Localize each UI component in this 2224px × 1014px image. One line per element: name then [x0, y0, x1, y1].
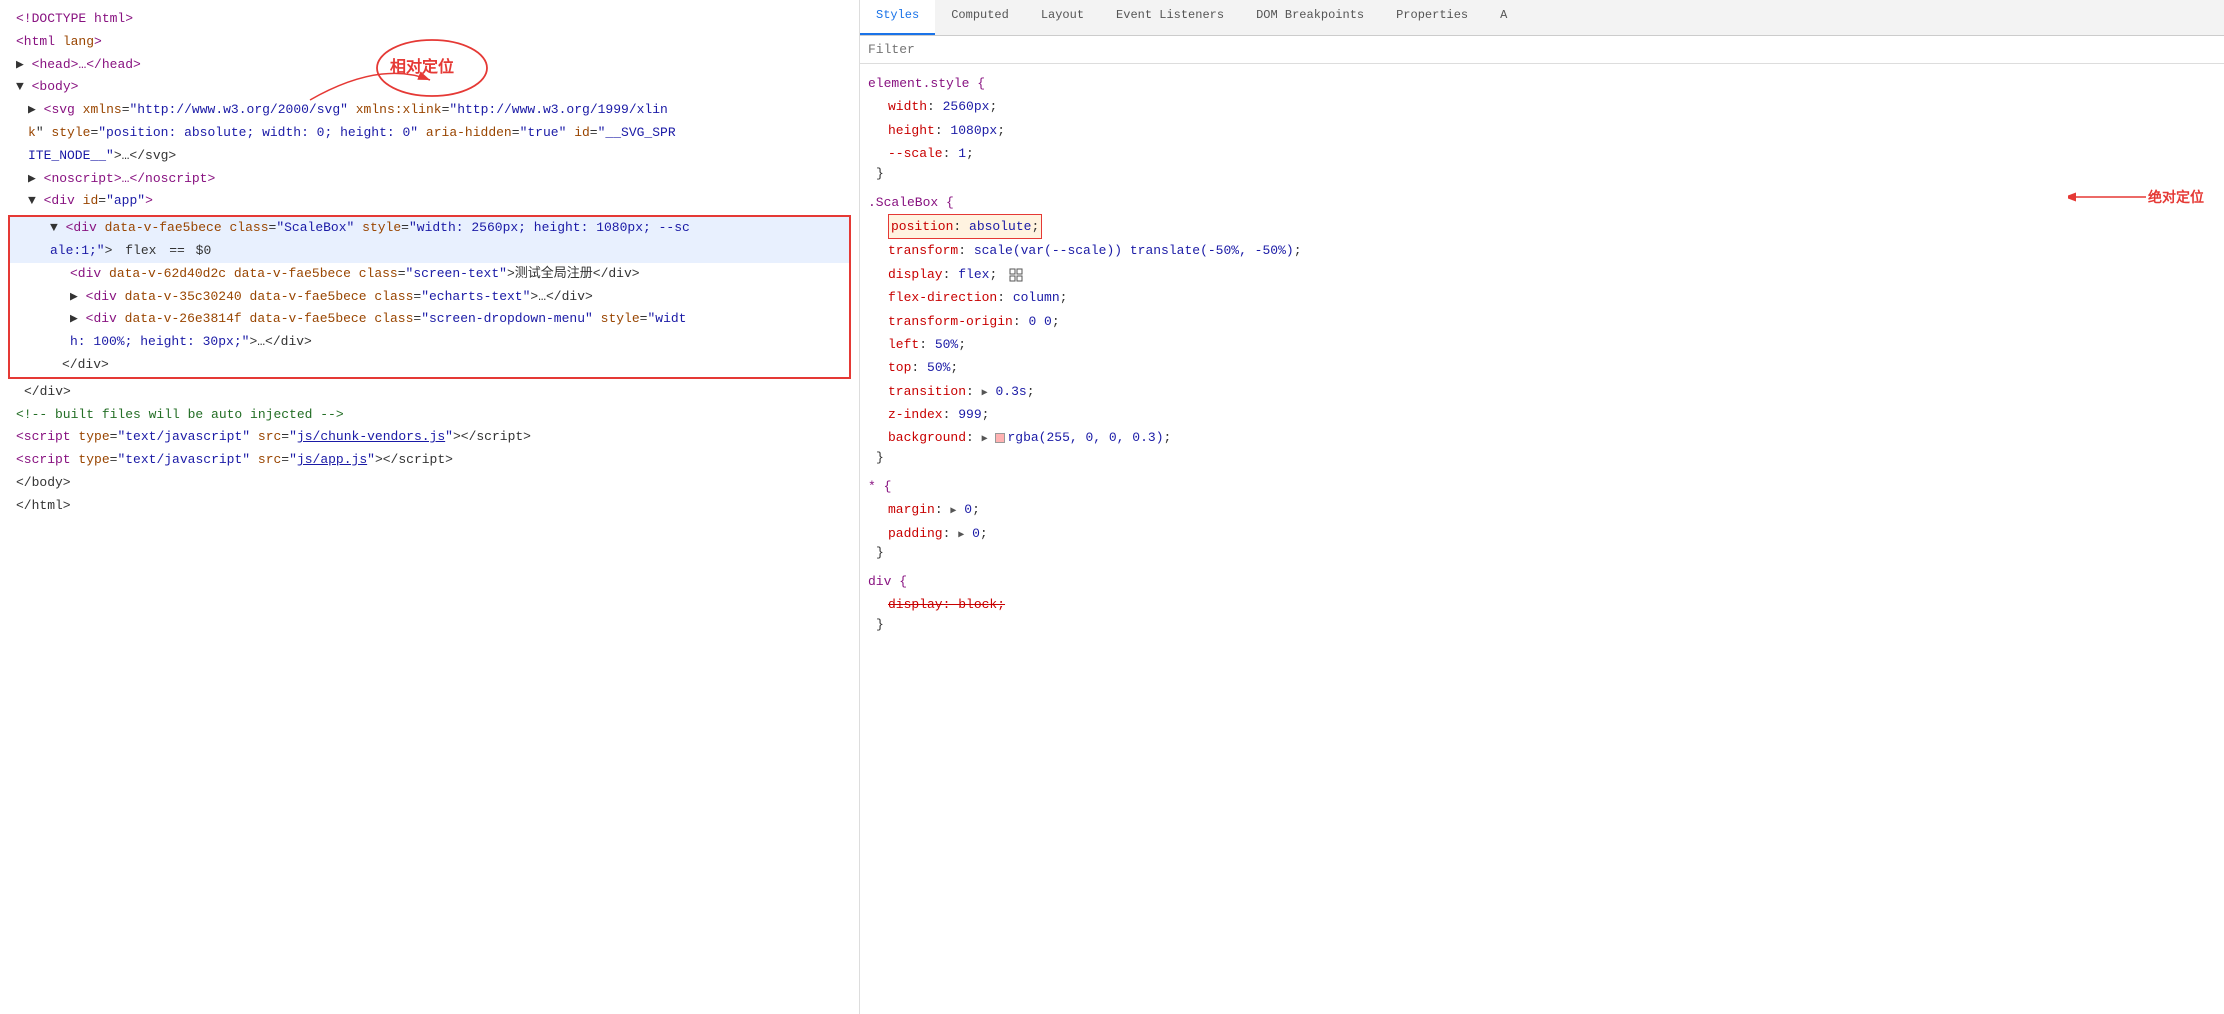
css-close-brace: }: [868, 545, 2216, 560]
css-rules-panel: element.style { width: 2560px; height: 1…: [860, 64, 2224, 1014]
css-close-brace: }: [868, 617, 2216, 632]
flex-grid-icon: [1009, 267, 1023, 281]
css-property: z-index: 999;: [868, 403, 2216, 426]
highlighted-dom-section: ▼ <div data-v-fae5bece class="ScaleBox" …: [8, 215, 851, 379]
dom-line: </body>: [0, 472, 859, 495]
css-property: --scale: 1;: [868, 142, 2216, 165]
devtools-tabs[interactable]: Styles Computed Layout Event Listeners D…: [860, 0, 2224, 36]
color-swatch[interactable]: [995, 433, 1005, 443]
dom-line: ▶ <div data-v-26e3814f data-v-fae5bece c…: [10, 308, 849, 331]
dom-line: k" style="position: absolute; width: 0; …: [0, 122, 859, 145]
dom-line: ▶ <svg xmlns="http://www.w3.org/2000/svg…: [0, 99, 859, 122]
dom-line: ▶ <noscript>…</noscript>: [0, 168, 859, 191]
dom-line: </div>: [10, 354, 849, 377]
css-selector: * {: [868, 475, 2216, 498]
css-property: background: ▶ rgba(255, 0, 0, 0.3);: [868, 426, 2216, 449]
css-property: margin: ▶ 0;: [868, 498, 2216, 521]
css-close-brace: }: [868, 450, 2216, 465]
filter-input[interactable]: [868, 42, 2216, 57]
css-rule-star: * { margin: ▶ 0; padding: ▶ 0; }: [860, 475, 2224, 560]
css-property: width: 2560px;: [868, 95, 2216, 118]
css-property: top: 50%;: [868, 356, 2216, 379]
css-selector: .ScaleBox {: [868, 191, 2216, 214]
tab-dom-breakpoints[interactable]: DOM Breakpoints: [1240, 0, 1380, 35]
css-property: transition: ▶ 0.3s;: [868, 380, 2216, 403]
dom-line: <script type="text/javascript" src="js/a…: [0, 449, 859, 472]
dom-line: <script type="text/javascript" src="js/c…: [0, 426, 859, 449]
dom-line: <!-- built files will be auto injected -…: [0, 404, 859, 427]
tab-layout[interactable]: Layout: [1025, 0, 1100, 35]
dom-line: ▼ <div id="app">: [0, 190, 859, 213]
css-close-brace: }: [868, 166, 2216, 181]
css-property-position: position: absolute;: [868, 214, 2216, 239]
dom-line: ▶ <div data-v-35c30240 data-v-fae5bece c…: [10, 286, 849, 309]
dom-line: <div data-v-62d40d2c data-v-fae5bece cla…: [10, 263, 849, 286]
tab-accessibility[interactable]: A: [1484, 0, 1523, 35]
css-property: display: flex;: [868, 263, 2216, 286]
css-property: height: 1080px;: [868, 119, 2216, 142]
filter-bar[interactable]: [860, 36, 2224, 64]
dom-line-highlighted[interactable]: ale:1;"> flex == $0: [10, 240, 849, 263]
css-rule-div: div { display: block; }: [860, 570, 2224, 632]
css-selector: div {: [868, 570, 2216, 593]
css-property: padding: ▶ 0;: [868, 522, 2216, 545]
dom-line: </html>: [0, 495, 859, 518]
dom-line: ITE_NODE__">…</svg>: [0, 145, 859, 168]
css-rule-element-style: element.style { width: 2560px; height: 1…: [860, 72, 2224, 181]
css-property: display: block;: [868, 593, 2216, 616]
tab-properties[interactable]: Properties: [1380, 0, 1484, 35]
dom-line-highlighted[interactable]: ▼ <div data-v-fae5bece class="ScaleBox" …: [10, 217, 849, 240]
styles-panel: Styles Computed Layout Event Listeners D…: [860, 0, 2224, 1014]
css-property: transform-origin: 0 0;: [868, 310, 2216, 333]
dom-tree-panel[interactable]: <!DOCTYPE html> <html lang> ▶ <head>…</h…: [0, 0, 860, 1014]
css-property: flex-direction: column;: [868, 286, 2216, 309]
dom-line: </div>: [0, 381, 859, 404]
tab-computed[interactable]: Computed: [935, 0, 1025, 35]
dom-line: ▶ <head>…</head>: [0, 54, 859, 77]
css-selector: element.style {: [868, 72, 2216, 95]
tab-event-listeners[interactable]: Event Listeners: [1100, 0, 1240, 35]
dom-line: <html lang>: [0, 31, 859, 54]
css-rule-scalebox: .ScaleBox { position: absolute; transfor…: [860, 191, 2224, 465]
dom-line: h: 100%; height: 30px;">…</div>: [10, 331, 849, 354]
tab-styles[interactable]: Styles: [860, 0, 935, 35]
css-property: left: 50%;: [868, 333, 2216, 356]
css-property: transform: scale(var(--scale)) translate…: [868, 239, 2216, 262]
dom-line: <!DOCTYPE html>: [0, 8, 859, 31]
dom-line: ▼ <body>: [0, 76, 859, 99]
